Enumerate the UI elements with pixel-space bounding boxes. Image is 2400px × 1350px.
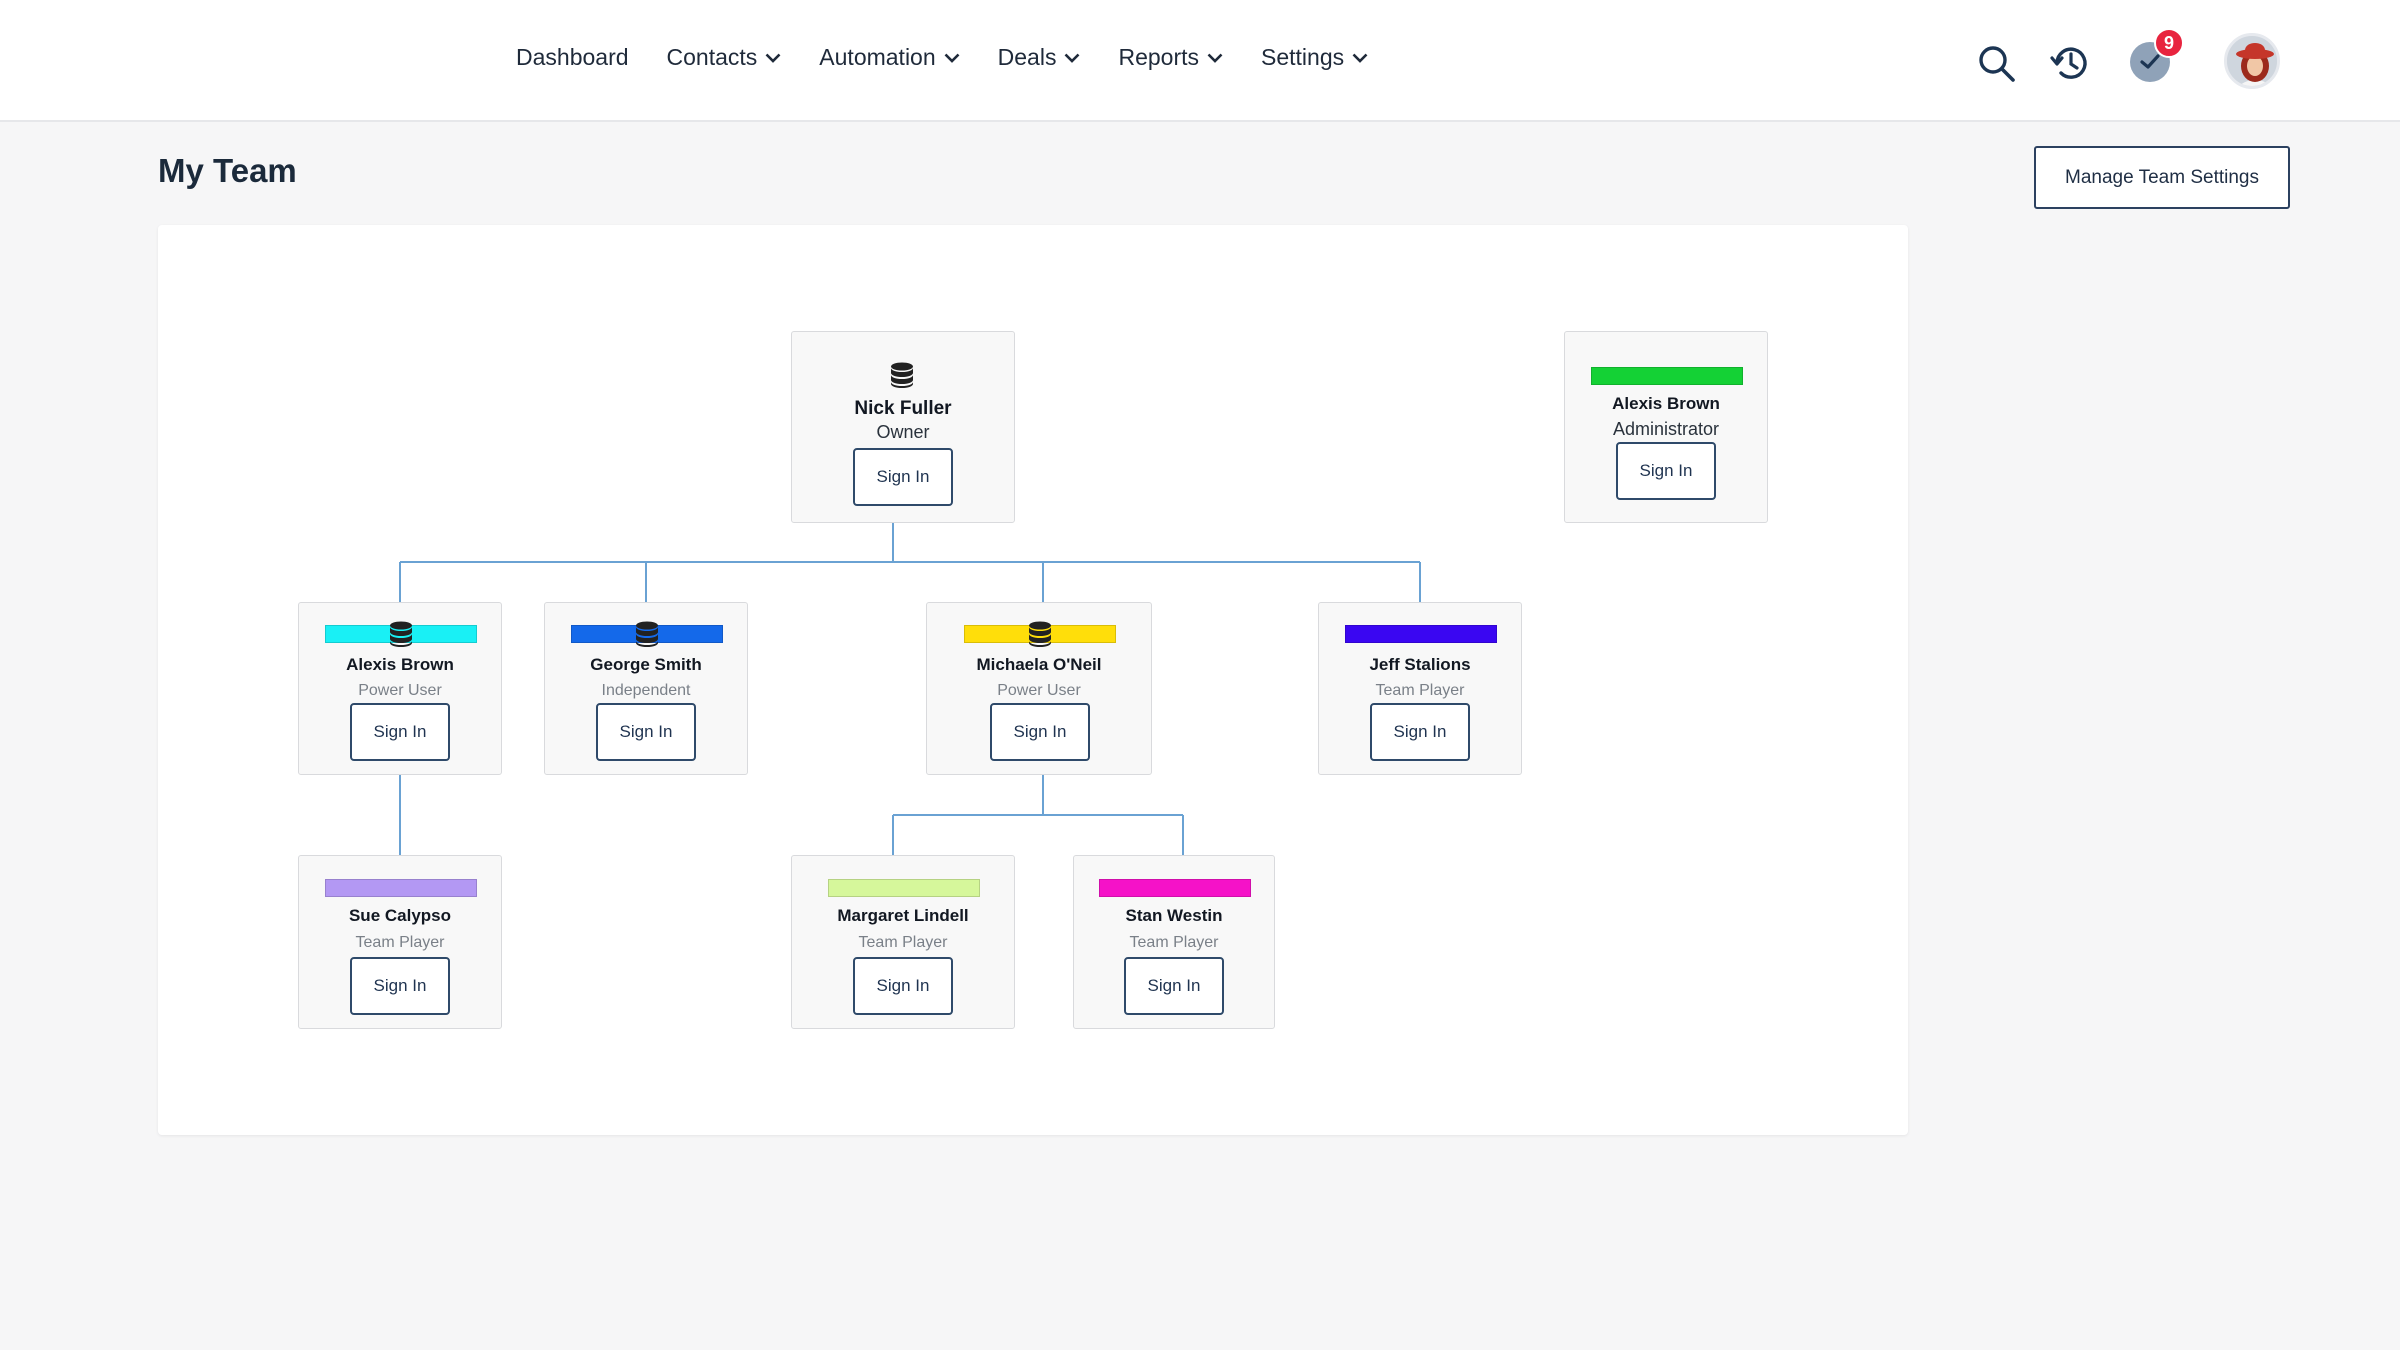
nav-reports[interactable]: Reports [1118,44,1223,71]
member-name: Jeff Stalions [1369,655,1471,674]
chevron-down-icon [765,53,781,63]
member-color-bar [1345,625,1497,643]
chevron-down-icon [1065,53,1080,63]
member-name: Stan Westin [1125,906,1223,925]
nav-reports-label: Reports [1118,44,1200,70]
chevron-down-icon [944,53,960,63]
tasks-check-icon [2140,54,2160,69]
nav-deals-label: Deals [997,44,1057,70]
member-card-michaela-oneil: Michaela O'Neil Power User Sign In [926,602,1152,775]
member-role: Owner [876,422,930,442]
member-name: Alexis Brown [1612,394,1720,413]
sign-in-button[interactable]: Sign In [853,448,953,506]
member-name: Nick Fuller [854,398,952,419]
nav-contacts[interactable]: Contacts [667,44,782,71]
member-card-stan-westin: Stan Westin Team Player Sign In [1073,855,1275,1029]
database-icon [1029,621,1051,647]
nav-dashboard[interactable]: Dashboard [516,44,629,71]
member-role: Team Player [355,934,445,951]
member-color-bar [325,879,477,897]
member-role: Administrator [1612,419,1720,439]
sign-in-button[interactable]: Sign In [350,957,450,1015]
nav-settings[interactable]: Settings [1261,44,1368,71]
avatar-picture [2227,36,2277,86]
member-card-margaret-lindell: Margaret Lindell Team Player Sign In [791,855,1015,1029]
member-card-george-smith: George Smith Independent Sign In [544,602,748,775]
member-role: Power User [358,682,442,699]
user-avatar[interactable] [2224,33,2280,89]
member-color-bar [828,879,980,897]
member-role: Team Player [1129,934,1219,951]
nav-dashboard-label: Dashboard [516,44,629,70]
member-role: Team Player [1375,682,1465,699]
search-icon [1979,46,2015,82]
member-name: George Smith [590,655,702,674]
page-title: My Team [158,152,297,189]
notification-badge: 9 [2154,28,2184,58]
nav-deals[interactable]: Deals [998,44,1081,71]
sign-in-button[interactable]: Sign In [1616,442,1716,500]
main-nav: Dashboard Contacts Automation Deals Repo… [516,44,1406,71]
nav-settings-label: Settings [1261,44,1345,70]
top-navigation-bar: Dashboard Contacts Automation Deals Repo… [0,0,2400,122]
search-button[interactable] [1978,45,2016,88]
nav-contacts-label: Contacts [666,44,758,70]
sign-in-button[interactable]: Sign In [990,703,1090,761]
chevron-down-icon [1352,53,1368,63]
member-name: Michaela O'Neil [976,655,1102,674]
member-card-alexis-brown: Alexis Brown Power User Sign In [298,602,502,775]
member-name: Margaret Lindell [837,906,969,925]
member-color-bar [1591,367,1743,385]
member-card-sue-calypso: Sue Calypso Team Player Sign In [298,855,502,1029]
member-color-bar [1099,879,1251,897]
database-icon [636,621,658,647]
database-icon [891,362,913,388]
member-name: Alexis Brown [346,655,454,674]
sign-in-button[interactable]: Sign In [350,703,450,761]
sign-in-button[interactable]: Sign In [1370,703,1470,761]
member-role: Team Player [858,934,948,951]
member-card-owner: Nick Fuller Owner Sign In [791,331,1015,523]
database-icon [390,621,412,647]
member-card-administrator: Alexis Brown Administrator Sign In [1564,331,1768,523]
sign-in-button[interactable]: Sign In [853,957,953,1015]
nav-automation-label: Automation [819,44,936,70]
nav-automation[interactable]: Automation [819,44,960,71]
history-icon [2050,47,2087,79]
history-button[interactable] [2050,42,2092,89]
member-name: Sue Calypso [348,906,452,925]
sign-in-button[interactable]: Sign In [1124,957,1224,1015]
member-card-jeff-stalions: Jeff Stalions Team Player Sign In [1318,602,1522,775]
sign-in-button[interactable]: Sign In [596,703,696,761]
member-role: Independent [601,682,691,699]
member-role: Power User [997,682,1081,699]
chevron-down-icon [1207,53,1223,63]
manage-team-settings-button[interactable]: Manage Team Settings [2034,146,2290,209]
